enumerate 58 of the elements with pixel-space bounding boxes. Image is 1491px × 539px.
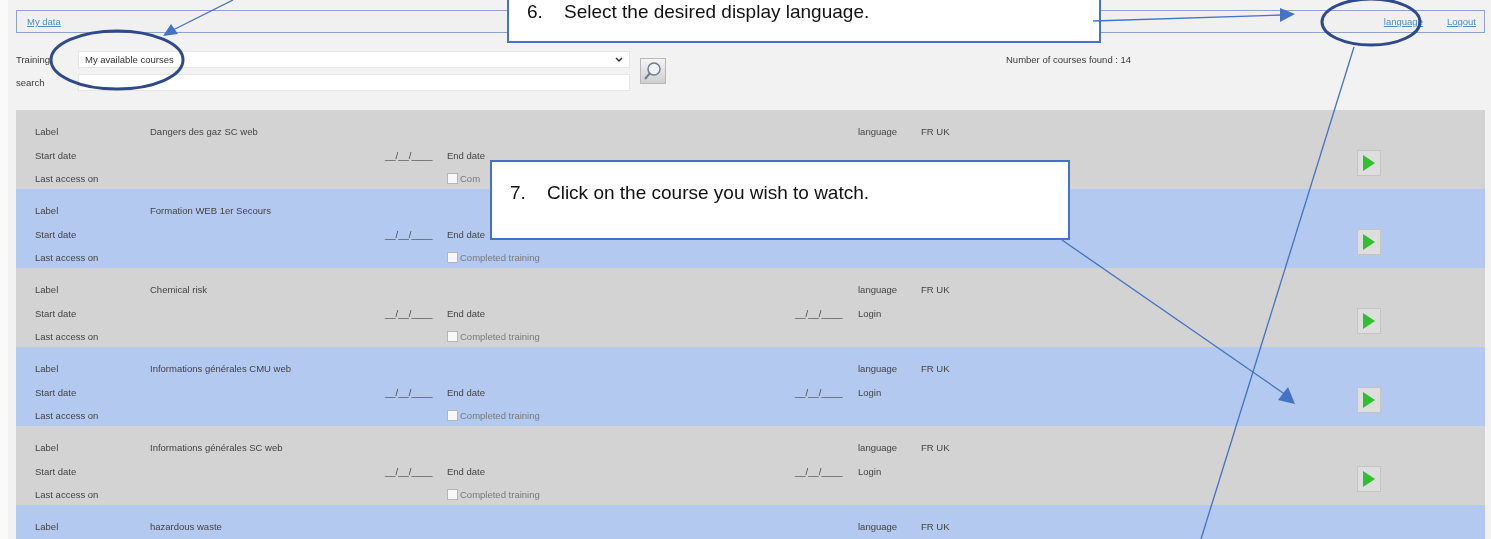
instruction-tooltip: 7. Click on the course you wish to watch. xyxy=(490,160,1070,240)
field-label: language xyxy=(858,283,899,295)
field-label: Start date xyxy=(35,228,78,240)
course-title: hazardous waste xyxy=(150,520,223,532)
result-count: Number of courses found : 14 xyxy=(1006,54,1133,65)
field-label: Last access on xyxy=(35,488,100,500)
date-value: __/__/____ xyxy=(385,228,434,240)
field-label: End date xyxy=(447,307,487,319)
field-label: Start date xyxy=(35,307,78,319)
checkbox-label: Com xyxy=(460,172,481,184)
language-codes: FR UK xyxy=(921,441,951,453)
field-label: End date xyxy=(447,386,487,398)
field-label: Last access on xyxy=(35,172,100,184)
field-label: Start date xyxy=(35,149,78,161)
field-label: Start date xyxy=(35,465,78,477)
field-label: Label xyxy=(35,520,60,532)
field-label: Last access on xyxy=(35,409,100,421)
field-label: Last access on xyxy=(35,251,100,263)
language-codes: FR UK xyxy=(921,520,951,532)
course-title: Informations générales SC web xyxy=(150,441,284,453)
course-title: Formation WEB 1er Secours xyxy=(150,204,272,216)
field-label: Label xyxy=(35,204,60,216)
field-label: language xyxy=(858,362,899,374)
checkbox-label: Completed training xyxy=(460,488,540,500)
language-codes: FR UK xyxy=(921,283,951,295)
language-codes: FR UK xyxy=(921,362,951,374)
date-value: __/__/____ xyxy=(385,465,434,477)
course-title: Chemical risk xyxy=(150,283,208,295)
field-label: Start date xyxy=(35,386,78,398)
field-label: Label xyxy=(35,283,60,295)
field-label: Label xyxy=(35,125,60,137)
field-label: Training xyxy=(16,54,51,65)
course-title: Informations générales CMU web xyxy=(150,362,292,374)
date-value: __/__/____ xyxy=(385,307,434,319)
field-label: language xyxy=(858,125,899,137)
course-title: Dangers des gaz SC web xyxy=(150,125,259,137)
language-codes: FR UK xyxy=(921,125,951,137)
field-label: Label xyxy=(35,362,60,374)
field-label: Login xyxy=(858,307,883,319)
date-value: __/__/____ xyxy=(795,307,844,319)
checkbox-label: Completed training xyxy=(460,330,540,342)
field-label: Label xyxy=(35,441,60,453)
date-value: __/__/____ xyxy=(385,149,434,161)
field-label: End date xyxy=(447,465,487,477)
checkbox-label: Completed training xyxy=(460,251,540,263)
field-label: Login xyxy=(858,386,883,398)
date-value: __/__/____ xyxy=(795,386,844,398)
field-label: End date xyxy=(447,228,487,240)
field-label: language xyxy=(858,441,899,453)
field-label: End date xyxy=(447,149,487,161)
checkbox-label: Completed training xyxy=(460,409,540,421)
date-value: __/__/____ xyxy=(795,465,844,477)
field-label: search xyxy=(16,77,46,88)
instruction-tooltip: 6. Select the desired display language. xyxy=(507,0,1101,43)
field-label: language xyxy=(858,520,899,532)
date-value: __/__/____ xyxy=(385,386,434,398)
field-label: Last access on xyxy=(35,330,100,342)
field-label: Login xyxy=(858,465,883,477)
